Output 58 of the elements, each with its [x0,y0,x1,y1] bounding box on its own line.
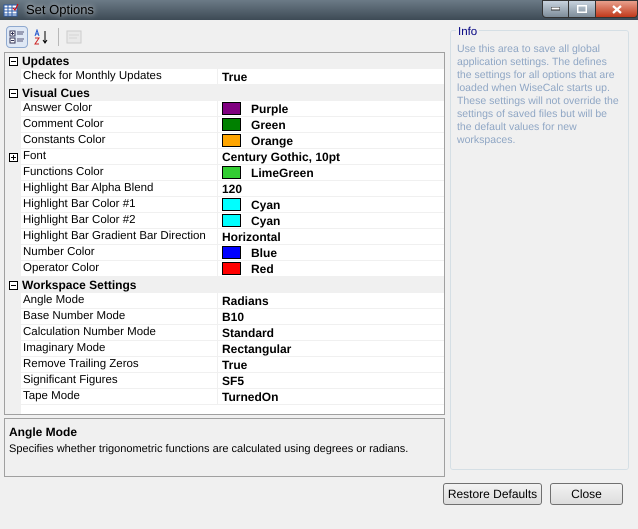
property-value[interactable]: TurnedOn [218,389,444,405]
property-name[interactable]: Angle Mode [21,293,218,309]
property-name[interactable]: Highlight Bar Gradient Bar Direction [21,229,218,245]
property-name[interactable]: Highlight Bar Alpha Blend [21,181,218,197]
property-value[interactable]: Cyan [251,197,444,213]
property-value[interactable]: Blue [251,245,444,261]
property-name[interactable]: Base Number Mode [21,309,218,325]
property-value[interactable]: Green [251,117,444,133]
property-value[interactable]: Standard [218,325,444,341]
close-button[interactable] [595,0,638,18]
property-value[interactable]: True [218,357,444,373]
property-name[interactable]: Tape Mode [21,389,218,405]
property-value[interactable]: 120 [218,181,444,197]
property-name[interactable]: Highlight Bar Color #2 [21,213,218,229]
dialog-button[interactable]: Close [550,483,623,505]
close-icon [612,4,622,14]
table-icon [3,2,19,18]
property-value[interactable]: SF5 [218,373,444,389]
property-value[interactable]: Horizontal [218,229,444,245]
property-value[interactable]: Century Gothic, 10pt [218,149,444,165]
category-title: Visual Cues [21,85,90,102]
property-pages-icon [66,29,82,45]
minimize-button[interactable] [542,0,569,18]
property-name[interactable]: Constants Color [21,133,218,149]
property-name[interactable]: Functions Color [21,165,218,181]
property-value[interactable]: B10 [218,309,444,325]
maximize-button[interactable] [569,0,595,18]
collapse-icon[interactable] [8,88,18,98]
property-value[interactable]: Rectangular [218,341,444,357]
category-title: Updates [21,53,70,70]
description-title: Angle Mode [9,424,78,441]
expand-icon[interactable] [8,152,18,162]
categorized-icon [9,29,25,45]
property-name[interactable]: Imaginary Mode [21,341,218,357]
description-text: Specifies whether trigonometric functions are calculated using degrees or radians. [9,442,410,457]
property-name[interactable]: Calculation Number Mode [21,325,218,341]
property-name[interactable]: Significant Figures [21,373,218,389]
minimize-icon [551,7,560,11]
property-name[interactable]: Highlight Bar Color #1 [21,197,218,213]
property-value[interactable]: Cyan [251,213,444,229]
window-title: Set Options [26,1,94,20]
property-value[interactable]: LimeGreen [251,165,444,181]
property-name[interactable]: Comment Color [21,117,218,133]
property-name[interactable]: Font [21,149,218,165]
property-name[interactable]: Answer Color [21,101,218,117]
info-text: Use this area to save all global application settings. The defines the settings for all options that are loaded when WiseCalc starts up. These settings will not override the settings of saved files but will be the default values for new workspaces. [457,43,620,147]
category-title: Workspace Settings [21,277,136,294]
property-value[interactable]: Purple [251,101,444,117]
dialog-button[interactable]: Restore Defaults [443,483,542,505]
collapse-icon[interactable] [8,56,18,66]
property-value[interactable]: Radians [218,293,444,309]
property-name[interactable]: Number Color [21,245,218,261]
toolbar-button[interactable] [6,26,28,48]
sort-alphabetical-icon [33,29,49,45]
collapse-icon[interactable] [8,280,18,290]
maximize-icon [577,5,587,13]
property-name[interactable]: Remove Trailing Zeros [21,357,218,373]
property-value[interactable]: Orange [251,133,444,149]
